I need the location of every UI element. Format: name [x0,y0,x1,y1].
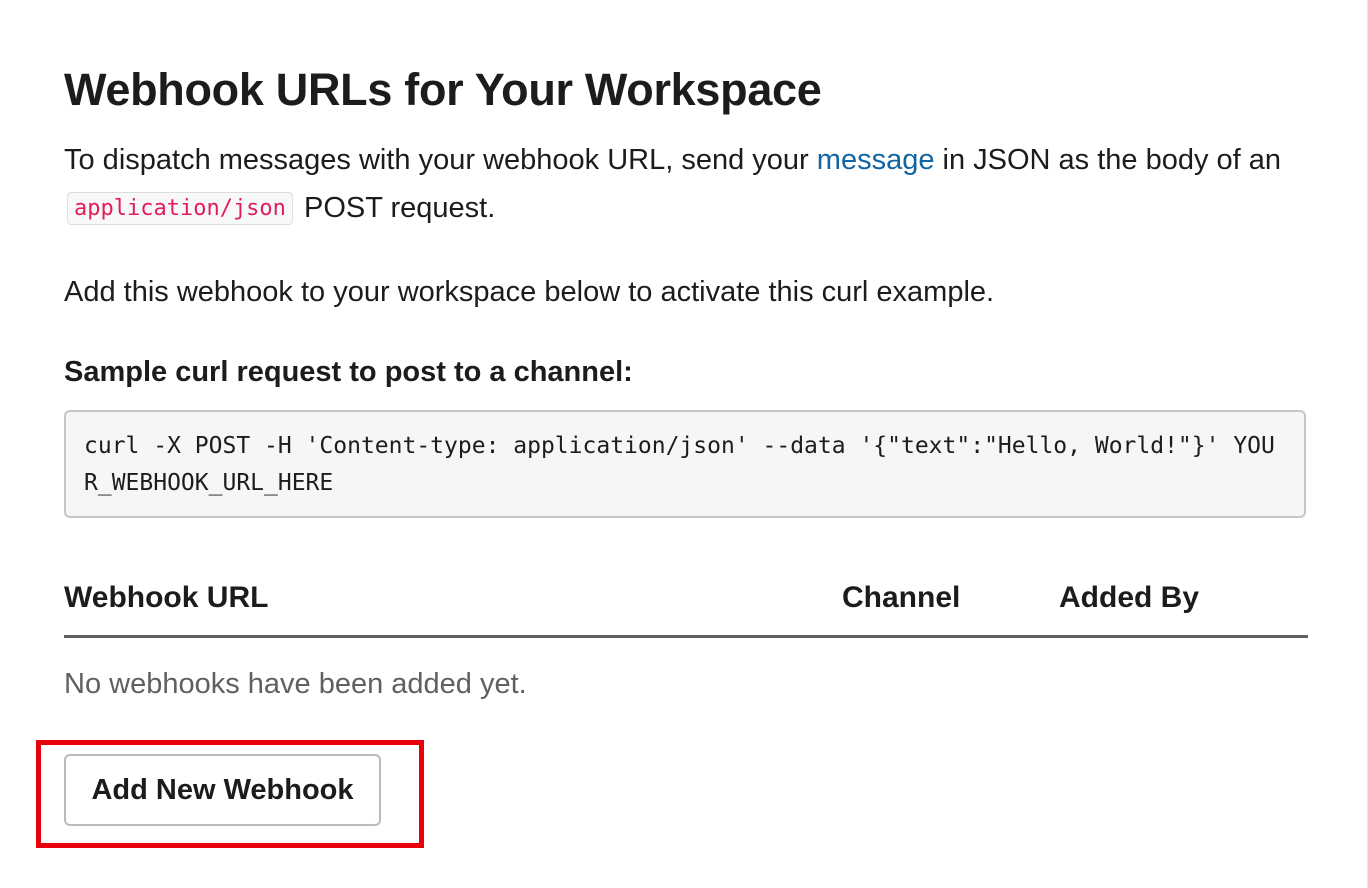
intro-text-after-link: in JSON as the body of an [934,144,1282,176]
intro-text-before-link: To dispatch messages with your webhook U… [64,144,817,176]
sample-curl-code-block[interactable]: curl -X POST -H 'Content-type: applicati… [64,410,1306,518]
webhooks-empty-state: No webhooks have been added yet. [64,668,527,700]
message-link[interactable]: message [817,144,935,176]
column-header-webhook-url: Webhook URL [64,581,269,614]
webhooks-table-header: Webhook URL Channel Added By [64,574,1308,638]
content-type-code: application/json [67,192,293,225]
column-header-added-by: Added By [1059,581,1200,614]
webhook-settings-panel: Webhook URLs for Your Workspace To dispa… [0,0,1368,888]
intro-paragraph: To dispatch messages with your webhook U… [64,136,1314,233]
sample-curl-label: Sample curl request to post to a channel… [64,356,633,388]
intro-text-after-code: POST request. [295,192,496,224]
activate-note: Add this webhook to your workspace below… [64,276,995,308]
add-new-webhook-button[interactable]: Add New Webhook [64,754,381,826]
page-title: Webhook URLs for Your Workspace [64,64,822,115]
column-header-channel: Channel [842,581,961,614]
